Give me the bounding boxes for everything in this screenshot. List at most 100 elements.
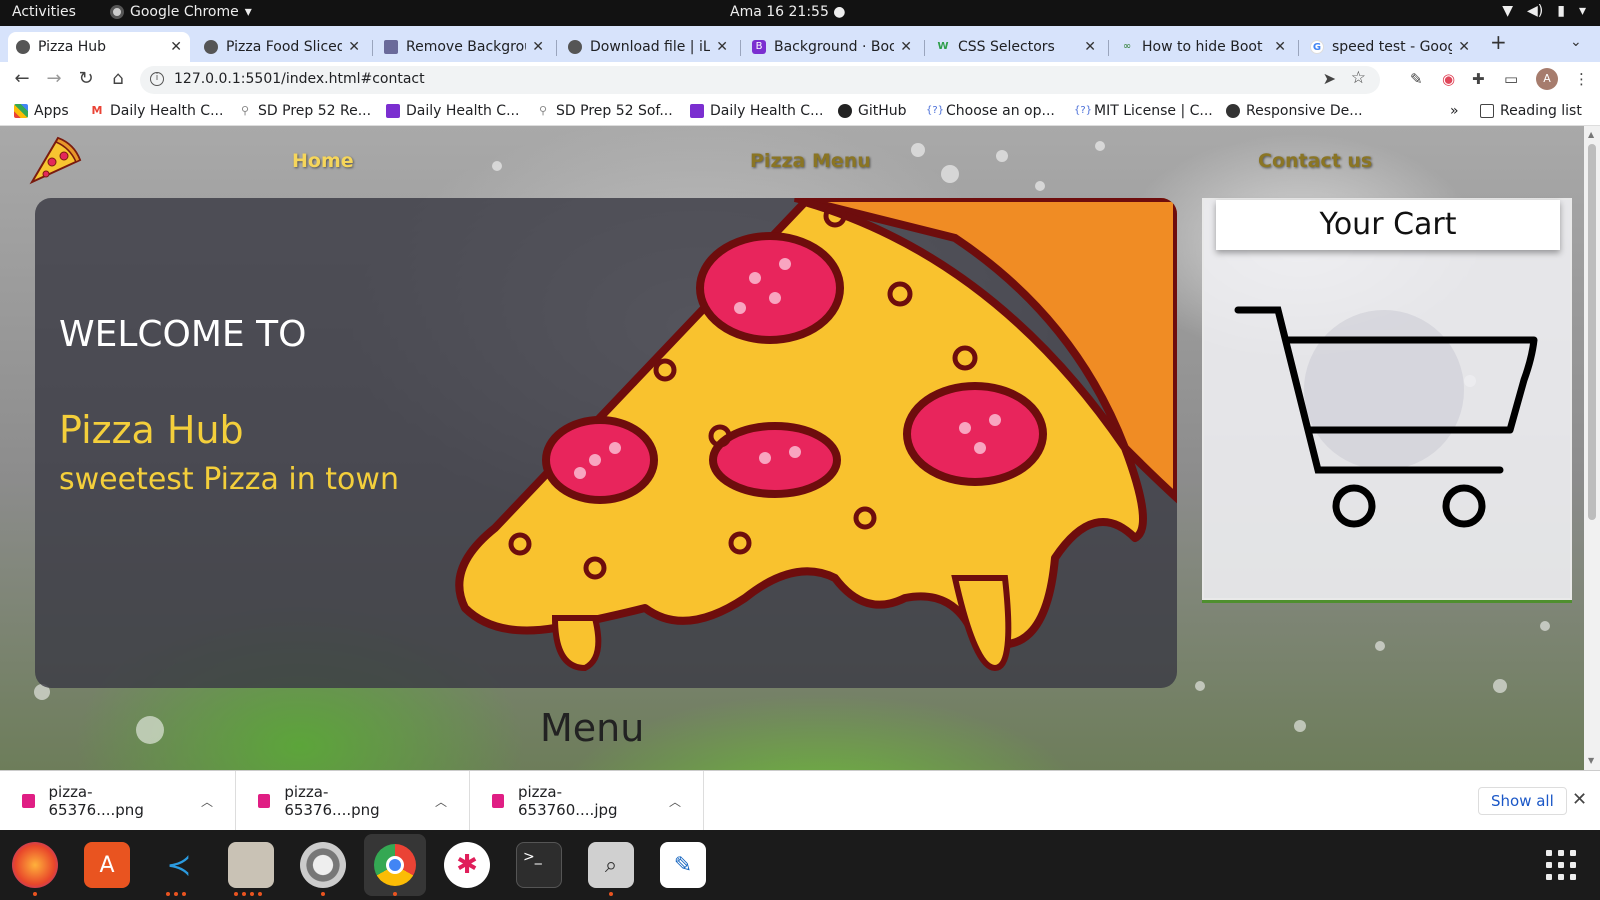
- download-item[interactable]: pizza-65376....png ︿: [0, 771, 236, 831]
- scrollbar-thumb[interactable]: [1588, 144, 1596, 520]
- tab-background-bootstrap[interactable]: B Background · Boo ✕: [744, 32, 920, 62]
- bookmark-label: SD Prep 52 Re...: [258, 103, 372, 119]
- bookmark-apps[interactable]: Apps: [14, 103, 69, 119]
- scroll-up-arrow-icon[interactable]: ▲: [1588, 130, 1594, 139]
- image-file-icon: [492, 794, 504, 808]
- hero-brand-name: Pizza Hub: [59, 408, 244, 452]
- back-button[interactable]: ←: [10, 68, 34, 89]
- firefox-icon[interactable]: [12, 842, 58, 888]
- extensions-puzzle-icon[interactable]: ✚: [1472, 70, 1485, 88]
- record-extension-icon[interactable]: ◉: [1442, 70, 1455, 88]
- tab-title: How to hide Boot: [1142, 39, 1263, 55]
- close-icon[interactable]: ✕: [1572, 789, 1587, 810]
- bookmark-choose-option[interactable]: {?} Choose an op...: [926, 103, 1055, 119]
- nav-home-link[interactable]: Home: [292, 150, 354, 172]
- bookmark-daily-health-3[interactable]: Daily Health C...: [690, 103, 823, 119]
- nav-contact-link[interactable]: Contact us: [1258, 150, 1372, 172]
- bookmark-label: Daily Health C...: [710, 103, 824, 119]
- w3schools-icon: W: [937, 41, 949, 52]
- form-icon: [386, 104, 400, 118]
- tab-hide-bootstrap[interactable]: ∞ How to hide Boot ✕: [1112, 32, 1294, 62]
- address-bar[interactable]: i 127.0.0.1:5501/index.html#contact ➤ ☆: [140, 66, 1380, 94]
- reload-button[interactable]: ↻: [74, 68, 98, 89]
- bookmark-github[interactable]: GitHub: [838, 103, 907, 119]
- download-item[interactable]: pizza-653760....jpg ︿: [470, 771, 704, 831]
- tab-speed-test[interactable]: G speed test - Goog ✕: [1302, 32, 1478, 62]
- image-viewer-icon[interactable]: ⌕: [588, 842, 634, 888]
- send-tab-icon[interactable]: ➤: [1323, 69, 1336, 88]
- settings-gear-icon[interactable]: [300, 842, 346, 888]
- cast-icon[interactable]: ▭: [1504, 70, 1518, 88]
- hero-tagline: sweetest Pizza in town: [59, 462, 399, 497]
- page-scrollbar[interactable]: ▲ ▼: [1584, 126, 1600, 770]
- bookmark-responsive-design[interactable]: Responsive De...: [1226, 103, 1363, 119]
- bookmark-star-icon[interactable]: ☆: [1351, 68, 1366, 88]
- software-center-icon[interactable]: A: [84, 842, 130, 888]
- info-icon[interactable]: i: [150, 72, 164, 86]
- close-icon[interactable]: ✕: [900, 39, 912, 55]
- hero-welcome-text: WELCOME TO: [59, 314, 307, 355]
- tab-pizza-hub[interactable]: Pizza Hub ✕: [8, 32, 190, 62]
- globe-icon: [1226, 104, 1240, 118]
- system-tray[interactable]: ▼ ◀) ▮ ▾: [1502, 3, 1586, 19]
- shopping-cart-icon[interactable]: [1234, 300, 1544, 530]
- close-icon[interactable]: ✕: [1458, 39, 1470, 55]
- clock[interactable]: Ama 16 21:55 ●: [730, 4, 846, 20]
- bookmark-sd-prep-sof[interactable]: ⚲ SD Prep 52 Sof...: [536, 103, 673, 119]
- chevron-up-icon[interactable]: ︿: [669, 793, 681, 810]
- download-filename: pizza-653760....jpg: [517, 783, 618, 819]
- globe-icon: [16, 40, 30, 54]
- profile-avatar[interactable]: A: [1536, 68, 1558, 90]
- forward-button[interactable]: →: [42, 68, 66, 89]
- show-applications-icon[interactable]: [1546, 850, 1576, 880]
- tab-title: CSS Selectors: [958, 39, 1055, 55]
- tab-search-button[interactable]: ⌄: [1570, 34, 1582, 50]
- chrome-dock-icon[interactable]: [364, 834, 426, 896]
- bookmarks-bar: Apps M Daily Health C... ⚲ SD Prep 52 Re…: [0, 98, 1600, 126]
- chevron-up-icon[interactable]: ︿: [201, 793, 213, 810]
- bookmark-daily-health-2[interactable]: Daily Health C...: [386, 103, 519, 119]
- pin-icon: ⚲: [538, 104, 548, 117]
- home-button[interactable]: ⌂: [106, 68, 130, 89]
- cart-title: Your Cart: [1319, 207, 1457, 242]
- nav-pizza-menu-link[interactable]: Pizza Menu: [750, 150, 871, 172]
- pin-icon: ⚲: [240, 104, 250, 117]
- close-icon[interactable]: ✕: [170, 39, 182, 55]
- close-icon[interactable]: ✕: [1084, 39, 1096, 55]
- new-tab-button[interactable]: +: [1490, 30, 1507, 54]
- vscode-icon[interactable]: ≺: [156, 842, 202, 888]
- bookmark-mit-license[interactable]: {?} MIT License | C...: [1074, 103, 1213, 119]
- close-icon[interactable]: ✕: [348, 39, 360, 55]
- scroll-down-arrow-icon[interactable]: ▼: [1588, 756, 1594, 765]
- terminal-icon[interactable]: >_: [516, 842, 562, 888]
- pen-extension-icon[interactable]: ✎: [1410, 70, 1423, 88]
- bookmark-label: Daily Health C...: [406, 103, 520, 119]
- more-bookmarks-chevron-icon[interactable]: »: [1450, 103, 1459, 119]
- reading-list-button[interactable]: Reading list: [1480, 103, 1582, 119]
- bookmark-sd-prep-re[interactable]: ⚲ SD Prep 52 Re...: [238, 103, 371, 119]
- more-menu-icon[interactable]: ⋮: [1574, 70, 1589, 88]
- activities-button[interactable]: Activities: [12, 4, 76, 20]
- text-editor-icon[interactable]: ✎: [660, 842, 706, 888]
- files-icon[interactable]: [228, 842, 274, 888]
- close-icon[interactable]: ✕: [716, 39, 728, 55]
- bookmark-daily-health-1[interactable]: M Daily Health C...: [90, 103, 224, 119]
- bookmark-label: Apps: [34, 103, 69, 119]
- bookmark-label: GitHub: [858, 103, 907, 119]
- tab-download-file[interactable]: Download file | iL ✕: [560, 32, 736, 62]
- tab-title: Remove Backgrou: [406, 39, 527, 55]
- globe-icon: [204, 40, 218, 54]
- volume-icon: ◀): [1527, 3, 1544, 19]
- form-icon: [690, 104, 704, 118]
- chevron-up-icon[interactable]: ︿: [435, 793, 447, 810]
- download-item[interactable]: pizza-65376....png ︿: [236, 771, 470, 831]
- close-icon[interactable]: ✕: [1274, 39, 1286, 55]
- tab-css-selectors[interactable]: W CSS Selectors ✕: [928, 32, 1104, 62]
- show-all-downloads-button[interactable]: Show all: [1478, 787, 1567, 815]
- pizza-logo[interactable]: [28, 134, 82, 188]
- close-icon[interactable]: ✕: [532, 39, 544, 55]
- tab-remove-background[interactable]: Remove Backgrou ✕: [376, 32, 552, 62]
- tab-pizza-food-sliced[interactable]: Pizza Food Sliced ✕: [196, 32, 368, 62]
- app-menu[interactable]: Google Chrome ▾: [110, 4, 252, 20]
- slack-icon[interactable]: ✱: [444, 842, 490, 888]
